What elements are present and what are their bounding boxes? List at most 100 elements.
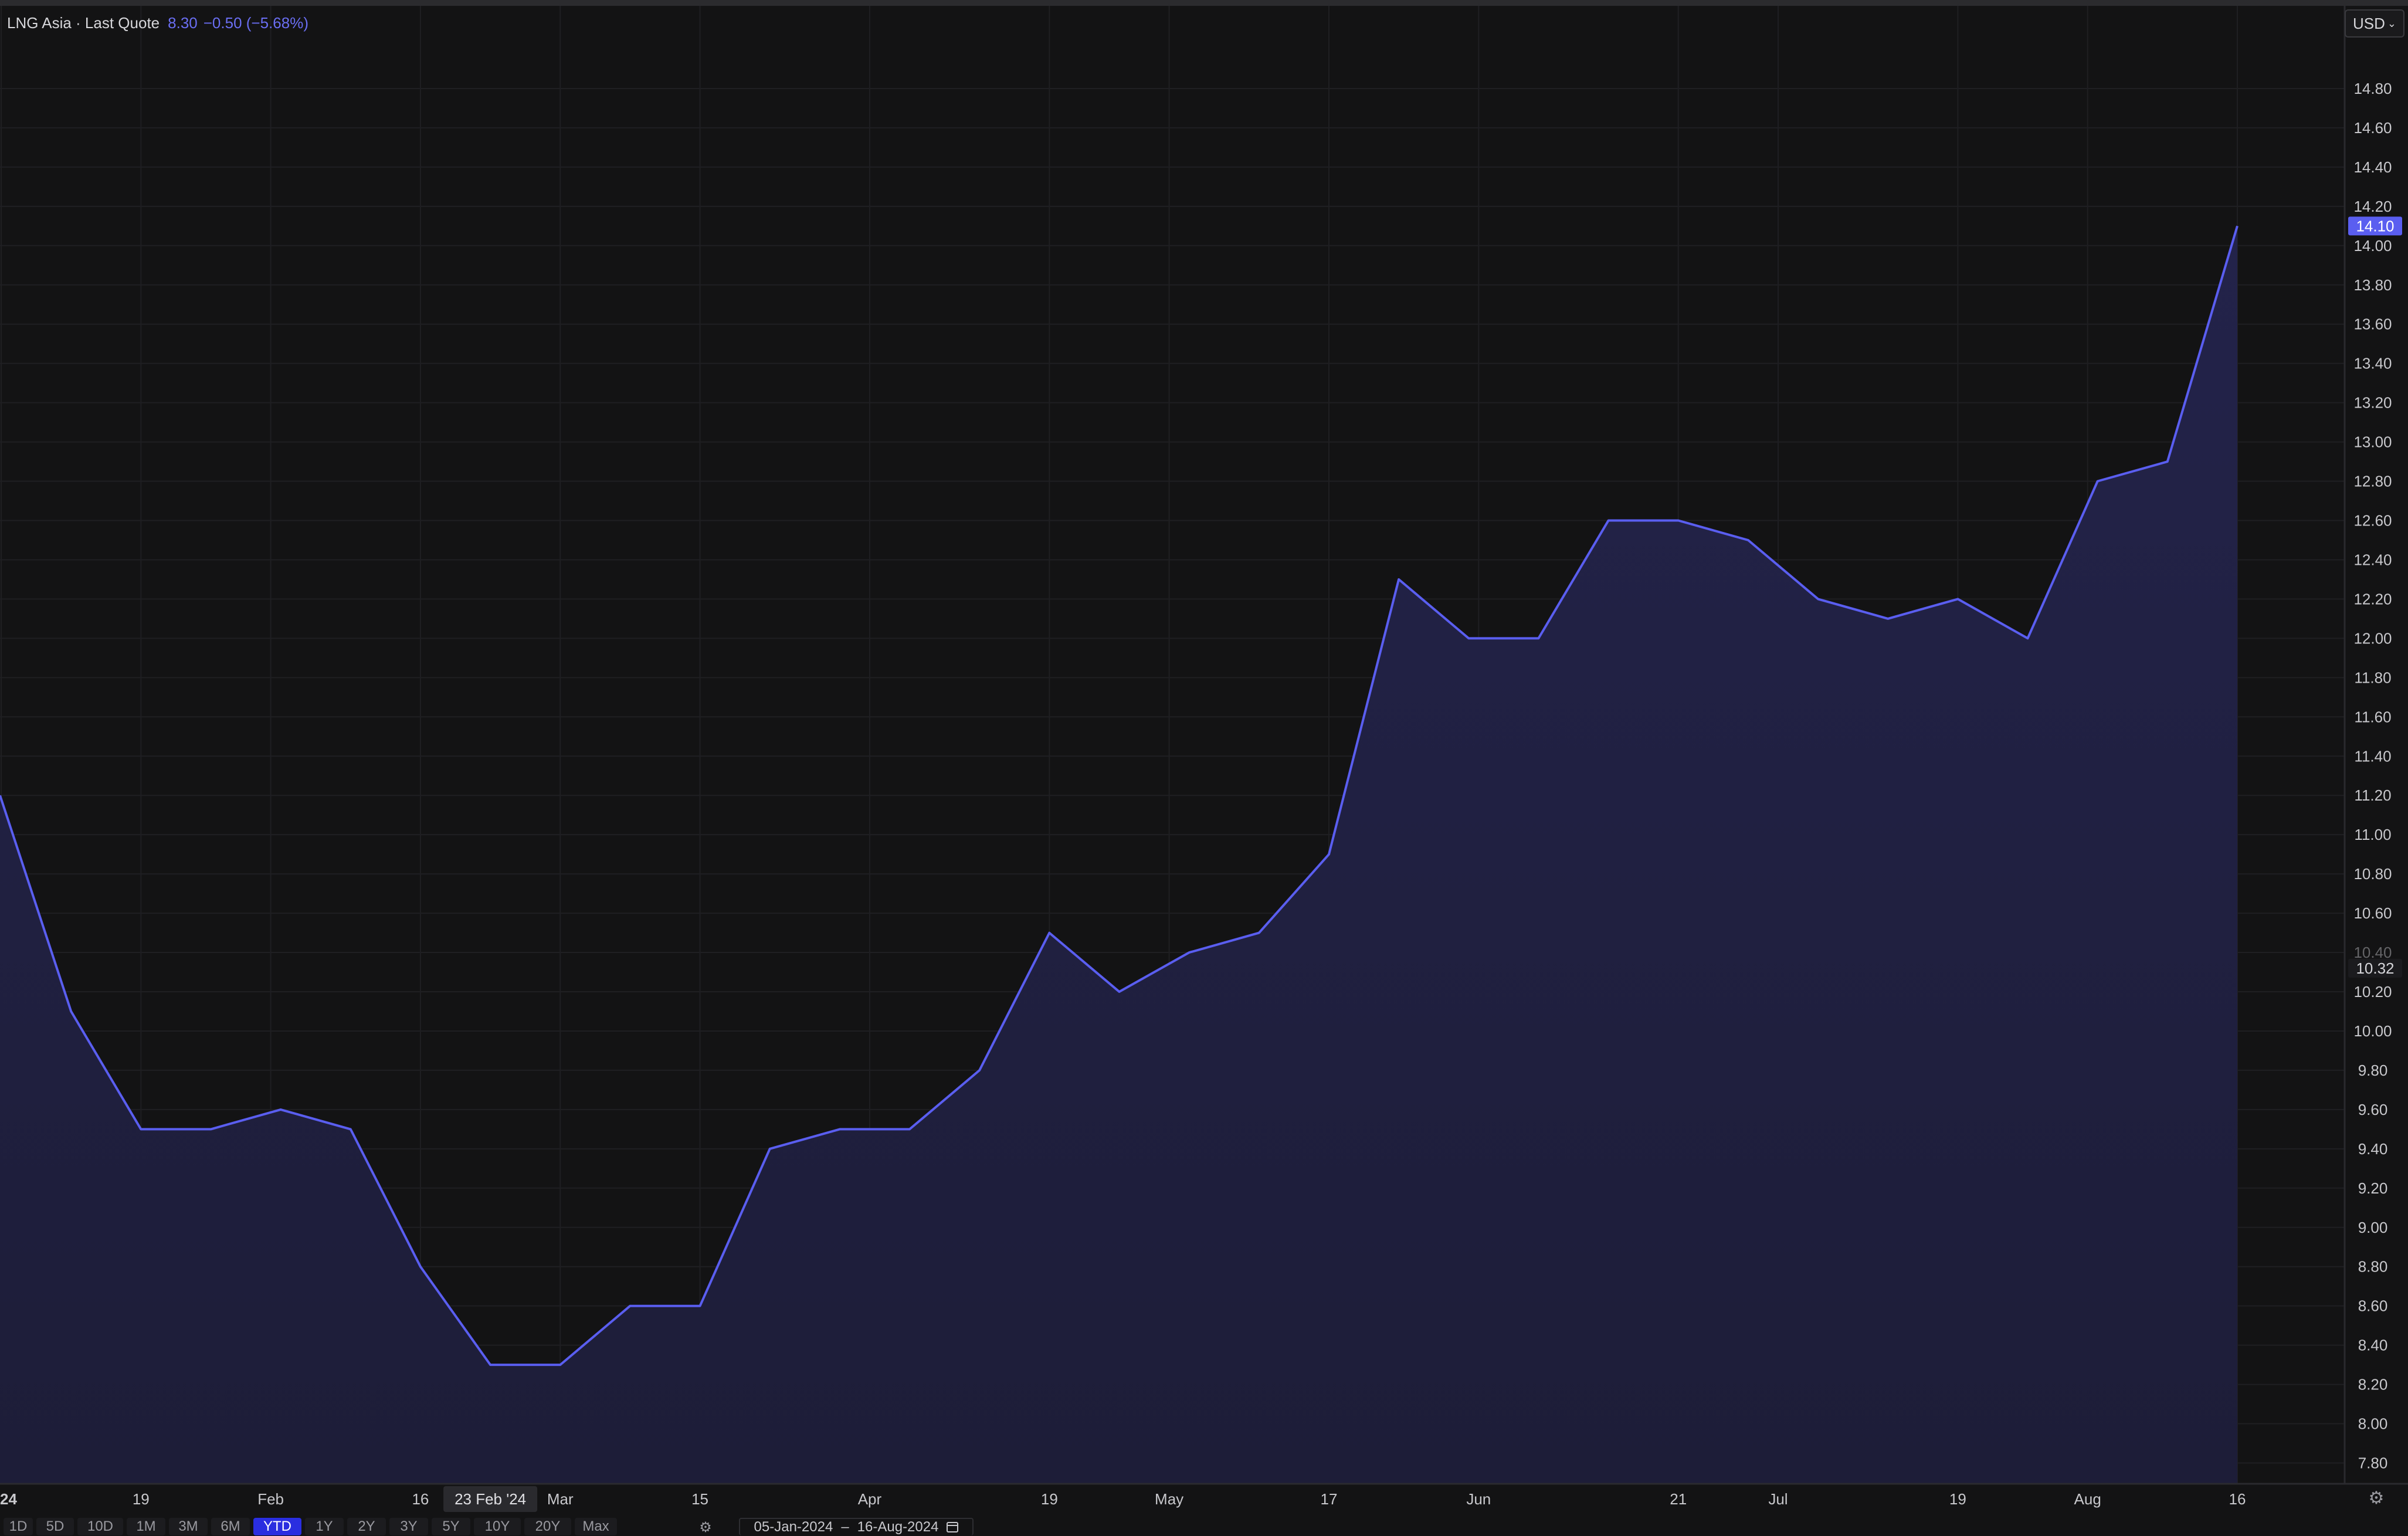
data-point[interactable]: [838, 1127, 842, 1131]
data-point[interactable]: [489, 1363, 492, 1367]
data-point[interactable]: [1327, 853, 1331, 856]
chevron-down-icon: ⌄: [2387, 17, 2396, 29]
y-tick-label: 8.80: [2358, 1258, 2388, 1276]
y-tick-label: 8.20: [2358, 1376, 2388, 1393]
currency-selector[interactable]: USD ⌄: [2345, 9, 2404, 38]
y-tick-label: 14.00: [2353, 237, 2392, 255]
x-tick-label: 16: [412, 1490, 429, 1508]
range-button-3y[interactable]: 3Y: [389, 1518, 428, 1535]
y-tick-label: 9.60: [2358, 1101, 2388, 1118]
x-tick-label: 19: [1949, 1490, 1966, 1508]
range-button-5d[interactable]: 5D: [36, 1518, 74, 1535]
last-quote-value: 8.30: [168, 14, 198, 32]
y-tick-label: 10.40: [2353, 944, 2392, 961]
y-tick-label: 11.80: [2354, 669, 2391, 686]
data-point[interactable]: [908, 1127, 911, 1131]
data-point[interactable]: [1537, 636, 1540, 640]
data-point[interactable]: [558, 1363, 562, 1367]
range-button-1m[interactable]: 1M: [127, 1518, 165, 1535]
range-button-10y[interactable]: 10Y: [474, 1518, 521, 1535]
y-tick-label: 13.80: [2353, 276, 2392, 294]
price-chart[interactable]: 7.80 8.00 8.20 8.40 8.60 8.80 9.00 9.20 9.40 9.60…: [0, 0, 2408, 1535]
y-tick-label: 14.60: [2353, 119, 2392, 137]
y-tick-label: 8.00: [2358, 1415, 2388, 1433]
range-settings-button[interactable]: ⚙: [696, 1519, 715, 1535]
range-button-1y[interactable]: 1Y: [305, 1518, 344, 1535]
data-point[interactable]: [349, 1127, 352, 1131]
data-point[interactable]: [279, 1108, 283, 1111]
range-button-ytd[interactable]: YTD: [253, 1518, 301, 1535]
y-tick-label: 13.00: [2353, 433, 2392, 451]
data-point[interactable]: [2026, 636, 2030, 640]
range-button-6m[interactable]: 6M: [211, 1518, 250, 1535]
range-button-5y[interactable]: 5Y: [432, 1518, 470, 1535]
data-point[interactable]: [628, 1304, 632, 1308]
x-tick-label: 15: [691, 1490, 708, 1508]
crosshair-date-label: 23 Feb '24: [455, 1490, 526, 1508]
y-tick-label: 12.80: [2353, 473, 2392, 490]
instrument-name: LNG Asia · Last Quote: [7, 14, 160, 32]
range-button-20y[interactable]: 20Y: [524, 1518, 571, 1535]
data-point[interactable]: [69, 1009, 73, 1013]
y-tick-label: 11.00: [2354, 826, 2391, 843]
chart-settings-button[interactable]: ⚙: [2365, 1486, 2388, 1510]
y-tick-label: 9.80: [2358, 1062, 2388, 1079]
y-tick-label: 12.00: [2353, 629, 2392, 647]
x-tick-label: 21: [1670, 1490, 1687, 1508]
data-point[interactable]: [1677, 519, 1680, 523]
range-button-max[interactable]: Max: [575, 1518, 617, 1535]
range-button-10d[interactable]: 10D: [77, 1518, 123, 1535]
data-point[interactable]: [2096, 480, 2100, 483]
data-point[interactable]: [1047, 931, 1051, 935]
y-tick-label: 10.60: [2353, 904, 2392, 922]
x-tick-label: 24: [0, 1490, 17, 1508]
data-point[interactable]: [768, 1147, 772, 1151]
x-tick-label: Apr: [858, 1490, 882, 1508]
y-tick-label: 10.80: [2353, 865, 2392, 883]
y-tick-label: 13.20: [2353, 394, 2392, 412]
date-range-picker[interactable]: 05-Jan-2024 – 16-Aug-2024: [739, 1518, 974, 1535]
data-point[interactable]: [2166, 460, 2169, 463]
y-tick-label: 13.40: [2353, 355, 2392, 372]
y-tick-label: 7.80: [2358, 1454, 2388, 1472]
data-point[interactable]: [978, 1069, 981, 1072]
series-area: [0, 226, 2237, 1484]
x-tick-label: 16: [2229, 1490, 2246, 1508]
gear-icon: ⚙: [2368, 1488, 2385, 1508]
data-point[interactable]: [1118, 990, 1121, 994]
y-tick-label: 11.20: [2354, 786, 2391, 804]
y-tick-label: 11.60: [2354, 708, 2391, 725]
y-tick-label: 12.20: [2353, 590, 2392, 608]
y-tick-label: 12.60: [2353, 512, 2392, 530]
quote-change: −0.50 (−5.68%): [203, 14, 308, 32]
x-tick-label: Aug: [2074, 1490, 2101, 1508]
y-tick-label: 12.40: [2353, 551, 2392, 568]
range-button-2y[interactable]: 2Y: [347, 1518, 386, 1535]
data-point[interactable]: [1257, 931, 1261, 935]
data-point[interactable]: [1467, 636, 1470, 640]
data-point[interactable]: [1956, 597, 1959, 601]
data-point[interactable]: [698, 1304, 702, 1308]
range-button-3m[interactable]: 3M: [169, 1518, 208, 1535]
data-point[interactable]: [1397, 578, 1400, 581]
data-point[interactable]: [1607, 519, 1610, 523]
data-point[interactable]: [1816, 597, 1820, 601]
data-point[interactable]: [1886, 617, 1890, 620]
x-tick-label: 19: [1041, 1490, 1058, 1508]
data-point[interactable]: [1188, 951, 1191, 954]
range-button-1d[interactable]: 1D: [4, 1518, 33, 1535]
y-tick-label: 13.60: [2353, 316, 2392, 333]
data-point[interactable]: [1746, 538, 1750, 542]
price-marker-label: 10.32: [2356, 959, 2394, 977]
data-point[interactable]: [209, 1127, 212, 1131]
y-tick-label: 14.20: [2353, 198, 2392, 215]
data-point[interactable]: [2236, 224, 2239, 228]
y-tick-label: 9.40: [2358, 1140, 2388, 1158]
data-point[interactable]: [139, 1127, 143, 1131]
y-tick-label: 11.40: [2354, 747, 2391, 765]
y-tick-label: 8.60: [2358, 1297, 2388, 1315]
x-tick-label: Jul: [1768, 1490, 1788, 1508]
y-tick-label: 10.00: [2353, 1022, 2392, 1040]
data-point[interactable]: [419, 1265, 422, 1269]
y-tick-label: 14.40: [2353, 158, 2392, 176]
